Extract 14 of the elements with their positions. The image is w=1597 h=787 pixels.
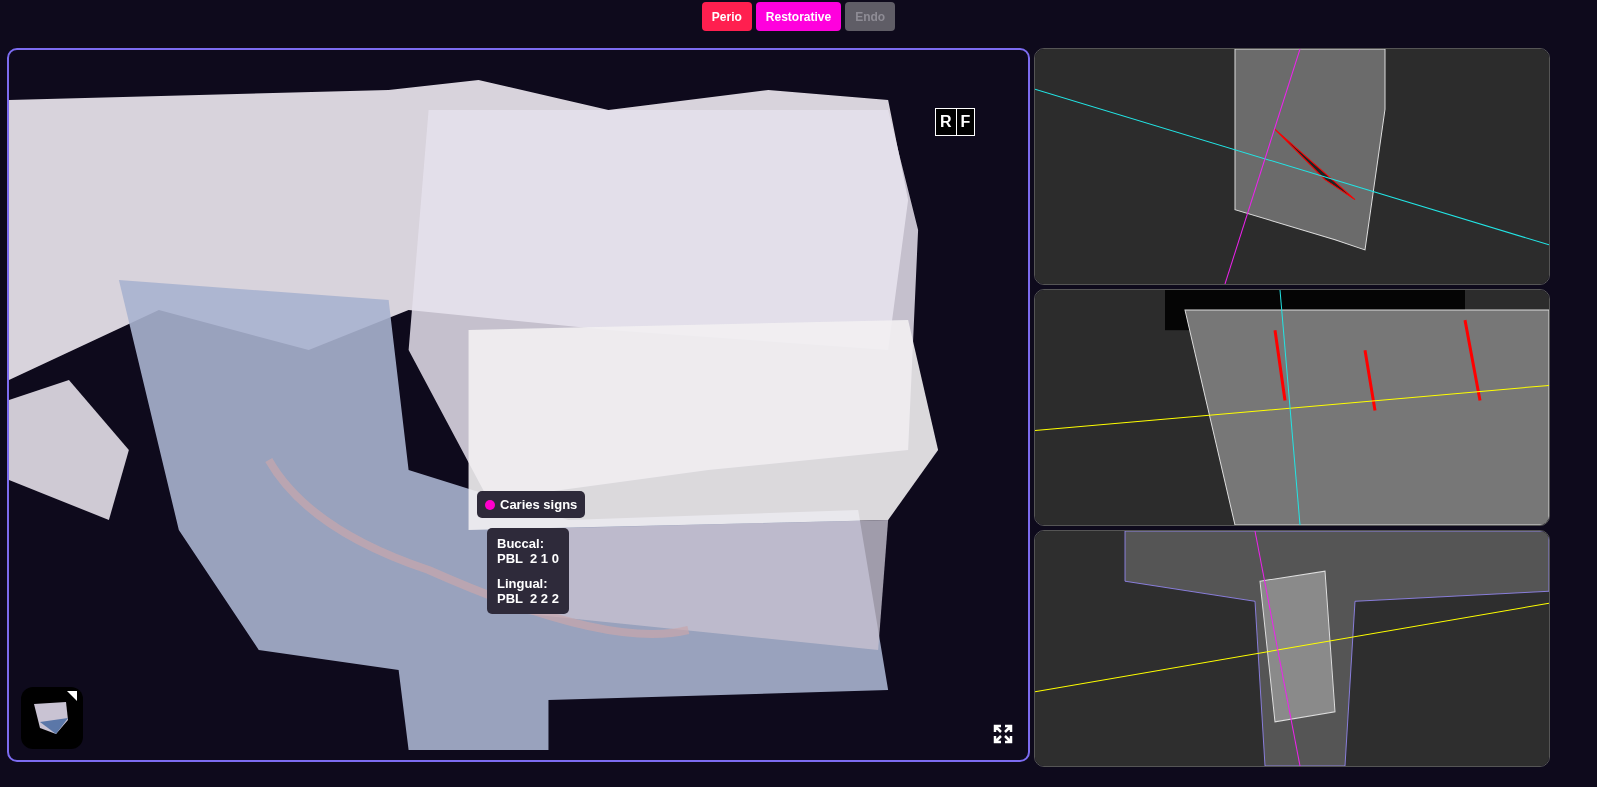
cube-face-label: R bbox=[936, 109, 957, 135]
finding-text: Caries signs bbox=[500, 497, 578, 512]
corner-triangle-icon bbox=[67, 691, 77, 701]
filter-toggle[interactable]: Restorative bbox=[755, 2, 842, 31]
finding-label[interactable]: Caries signs bbox=[477, 491, 586, 518]
measurement-values: PBL 2 2 2 bbox=[497, 591, 559, 606]
cube-face-label: F bbox=[959, 112, 972, 132]
measurement-values: PBL 2 1 0 bbox=[497, 551, 559, 566]
model-thumbnail[interactable] bbox=[21, 687, 83, 749]
expand-icon[interactable] bbox=[993, 724, 1013, 744]
side-label: Lingual: bbox=[497, 576, 549, 591]
filter-toggle[interactable]: Perio bbox=[701, 2, 752, 31]
side-label: Buccal: bbox=[497, 536, 545, 551]
orientation-cube[interactable]: R F bbox=[935, 108, 976, 136]
